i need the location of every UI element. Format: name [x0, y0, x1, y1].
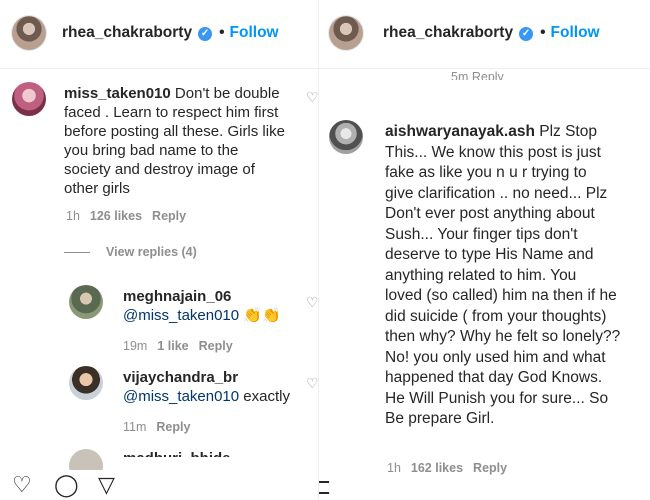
comment-meta: 1h 162 likes Reply: [387, 461, 517, 475]
reply-username[interactable]: meghnajain_06: [123, 288, 231, 305]
share-icon[interactable]: ▽: [98, 474, 115, 496]
username-link[interactable]: rhea_chakraborty: [383, 24, 513, 41]
mention-link[interactable]: @miss_taken010: [123, 388, 239, 405]
likes-count[interactable]: 1 like: [157, 339, 188, 353]
comment-line: give clarification .. no need... Plz: [385, 184, 608, 202]
comment-time: 1h: [387, 461, 401, 475]
comment-line: then why? Why he felt so lonely??: [385, 328, 621, 345]
post-header: rhea_chakraborty ✓ • Follow: [319, 0, 650, 69]
reply-text: vijaychandra_br @miss_taken010 exactly: [123, 368, 313, 406]
verified-icon: ✓: [198, 27, 213, 41]
reply-button[interactable]: Reply: [199, 339, 233, 353]
comment-line: before posting all these. Girls like: [64, 123, 285, 140]
avatar[interactable]: [12, 82, 46, 116]
comment-line: Don't ever post anything about: [385, 205, 595, 222]
comment-line: deserve to type His Name and: [385, 246, 594, 263]
comment-line: did suicide ( from your thoughts): [385, 307, 607, 325]
comment-line: Be prepare Girl.: [385, 410, 495, 427]
comment-line: He Will Punish you for sure... So: [385, 389, 609, 407]
comment-line: you bring bad name to the: [64, 142, 239, 159]
comment-line: This... We know this post is just: [385, 143, 601, 161]
comment-line: society and destroy image of: [64, 161, 255, 178]
comment-line: anything related to him. You: [385, 266, 577, 284]
header-user: rhea_chakraborty ✓ • Follow: [383, 24, 600, 42]
clap-emoji-icon: 👏👏: [243, 307, 281, 324]
like-heart-icon[interactable]: ♡: [306, 376, 319, 390]
comment-line: Plz Stop: [539, 123, 597, 140]
action-bar: ♡ ◯ ▽: [0, 470, 326, 500]
comment-line: No! you only used him and what: [385, 348, 606, 366]
reply-time: 19m: [123, 339, 148, 353]
view-replies-label: View replies (4): [106, 245, 197, 259]
comment-line: loved (so called) him na then if he: [385, 287, 617, 304]
header-user: rhea_chakraborty ✓ • Follow: [62, 24, 279, 42]
reply-meta: 19m 1 like Reply: [123, 339, 243, 353]
verified-icon: ✓: [519, 27, 534, 41]
divider-line: [64, 252, 90, 254]
comment-line: happened that day God Knows.: [385, 369, 603, 386]
avatar[interactable]: [12, 16, 46, 50]
like-heart-icon[interactable]: ♡: [306, 90, 319, 104]
avatar[interactable]: [69, 366, 103, 400]
post-header: rhea_chakraborty ✓ • Follow: [0, 0, 326, 69]
right-panel: 5m Reply rhea_chakraborty ✓ • Follow aishwa…: [318, 0, 650, 500]
heart-icon[interactable]: ♡: [12, 474, 32, 496]
likes-count[interactable]: 162 likes: [411, 461, 463, 475]
reply-line: exactly: [243, 388, 290, 405]
likes-count[interactable]: 126 likes: [90, 209, 142, 223]
comment-meta: 1h 126 likes Reply: [66, 209, 196, 223]
follow-button[interactable]: Follow: [551, 24, 600, 41]
bookmark-icon[interactable]: ⊏: [319, 476, 331, 498]
reply-button[interactable]: Reply: [152, 209, 186, 223]
comment-line: fake as like you n u r trying to: [385, 164, 587, 181]
avatar[interactable]: [69, 285, 103, 319]
mention-link[interactable]: @miss_taken010: [123, 307, 239, 324]
avatar[interactable]: [329, 16, 363, 50]
dot-separator: •: [540, 24, 546, 41]
follow-button[interactable]: Follow: [230, 24, 279, 41]
dot-separator: •: [219, 24, 225, 41]
comment-icon[interactable]: ◯: [54, 474, 79, 496]
avatar[interactable]: [329, 120, 363, 154]
left-panel: rhea_chakraborty ✓ • Follow miss_taken010 D…: [0, 0, 326, 500]
comment-username[interactable]: miss_taken010: [64, 85, 171, 102]
partial-username[interactable]: madhuri_bhide: [123, 449, 231, 457]
comment-text: miss_taken010 Don't be double faced . Le…: [64, 84, 309, 198]
comment-line: faced . Learn to respect him first: [64, 104, 279, 121]
comment-line: Don't be double: [174, 85, 280, 102]
comment-time: 1h: [66, 209, 80, 223]
comment-line: other girls: [64, 180, 130, 197]
username-link[interactable]: rhea_chakraborty: [62, 24, 192, 41]
reply-text: meghnajain_06 @miss_taken010 👏👏: [123, 287, 313, 325]
reply-button[interactable]: Reply: [473, 461, 507, 475]
like-heart-icon[interactable]: ♡: [306, 295, 319, 309]
comment-username[interactable]: aishwaryanayak.ash: [385, 123, 535, 140]
clipped-comment-meta: 5m Reply: [451, 70, 504, 80]
view-replies-button[interactable]: View replies (4): [64, 245, 197, 259]
reply-meta: 11m Reply: [123, 420, 200, 434]
comment-line: Sush... Your finger tips don't: [385, 225, 578, 243]
comment-text: aishwaryanayak.ash Plz Stop This... We k…: [385, 122, 635, 430]
reply-username[interactable]: vijaychandra_br: [123, 369, 238, 386]
reply-button[interactable]: Reply: [156, 420, 190, 434]
reply-time: 11m: [123, 420, 147, 434]
